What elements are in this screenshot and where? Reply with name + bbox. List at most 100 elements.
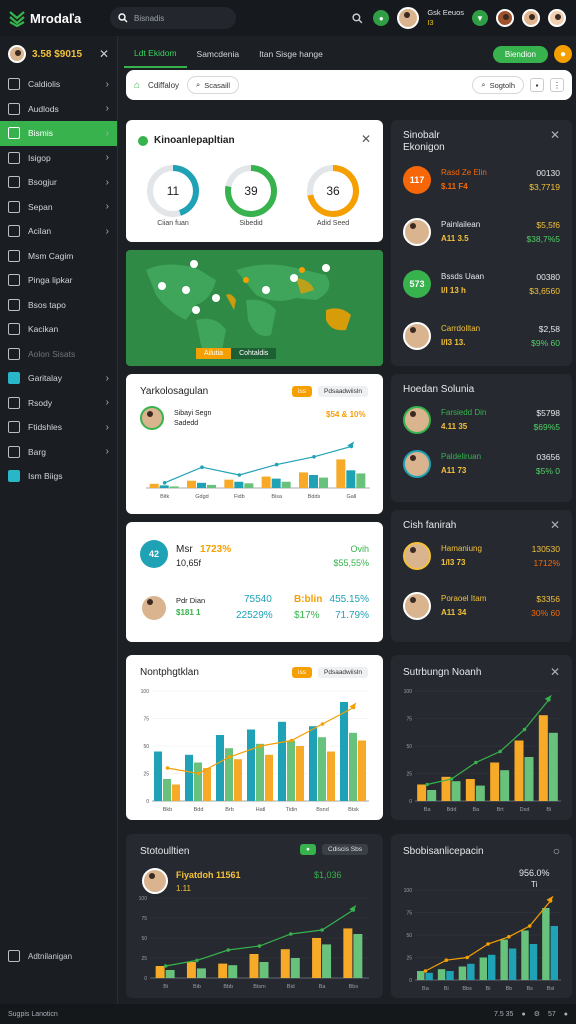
chart-bar[interactable] <box>467 963 475 980</box>
sidebar-item-16[interactable]: Ism Biigs <box>0 464 117 489</box>
user-icon[interactable]: ● <box>564 1011 568 1018</box>
chart-bar[interactable] <box>479 957 487 981</box>
sidebar-footer[interactable]: Adtnilanigan <box>8 950 72 962</box>
close-icon[interactable]: ✕ <box>361 132 371 146</box>
chart-bar[interactable] <box>154 751 162 802</box>
chart4-tag1-icon[interactable]: ● <box>300 844 316 855</box>
chart-bar[interactable] <box>465 779 475 801</box>
chart-bar[interactable] <box>244 483 254 488</box>
chart-bar[interactable] <box>312 938 322 978</box>
chart-bar[interactable] <box>287 740 295 802</box>
chart-bar[interactable] <box>336 459 346 488</box>
chart-bar[interactable] <box>185 754 193 801</box>
trend-point[interactable] <box>289 738 294 743</box>
chart2-tag1[interactable]: iss <box>292 667 312 678</box>
leaderboard-row[interactable]: 573 Bssds Uaan I/I 13 h 00380 $3,6560 <box>391 270 572 310</box>
chart-bar[interactable] <box>194 762 202 802</box>
chart-bar[interactable] <box>207 484 216 488</box>
contact-avatar-1[interactable] <box>496 9 514 27</box>
chart-bar[interactable] <box>319 477 328 488</box>
sidebar-item-12[interactable]: Garitalay › <box>0 366 117 391</box>
user-avatar[interactable] <box>397 7 420 29</box>
notification-icon[interactable]: ● <box>373 10 390 26</box>
chart1-tag2[interactable]: Pdsaadwiisln <box>318 386 368 397</box>
chart-bar[interactable] <box>187 480 196 488</box>
world-map[interactable]: Ailutia Cohtaldis <box>126 250 383 366</box>
sidebar-item-13[interactable]: Rsody › <box>0 391 117 416</box>
language-icon[interactable]: 57 <box>548 1011 556 1018</box>
sidebar-item-7[interactable]: Msm Cagim <box>0 244 117 269</box>
chart-bar[interactable] <box>508 948 517 981</box>
sidebar-item-15[interactable]: Barg › <box>0 440 117 465</box>
sidebar-item-4[interactable]: Bsogjur › <box>0 170 117 195</box>
trend-point[interactable] <box>465 955 469 960</box>
chart-bar[interactable] <box>261 476 271 488</box>
chart-bar[interactable] <box>163 779 171 801</box>
chart-bar[interactable] <box>490 762 500 802</box>
filter-search-pill[interactable]: ⌕ Scasaill <box>187 76 240 94</box>
chart-bar[interactable] <box>417 784 427 802</box>
chart-bar[interactable] <box>247 729 255 802</box>
close-icon[interactable]: ✕ <box>550 128 560 142</box>
chart-bar[interactable] <box>228 965 238 978</box>
search-icon[interactable] <box>349 10 365 26</box>
trend-point[interactable] <box>200 465 204 469</box>
chart-bar[interactable] <box>548 732 558 801</box>
sidebar-item-0[interactable]: Caldiolis › <box>0 72 117 97</box>
chart4-tag1[interactable]: Cdiscis Sbs <box>322 844 368 855</box>
sidebar-item-11[interactable]: Aolon Sisats <box>0 342 117 367</box>
trend-point[interactable] <box>425 782 429 787</box>
trend-point[interactable] <box>258 744 263 748</box>
chart-bar[interactable] <box>500 770 510 801</box>
trend-point[interactable] <box>196 771 201 776</box>
chart-bar[interactable] <box>290 958 300 978</box>
chart-bar[interactable] <box>488 954 496 980</box>
chart-bar[interactable] <box>218 963 228 978</box>
leaderboard-row[interactable]: 117 Rasd Ze Elin $.11 F4 00130 $3,7719 <box>391 166 572 206</box>
chart-bar[interactable] <box>259 962 269 978</box>
chart-bar[interactable] <box>475 785 485 801</box>
grid-icon[interactable]: ▪ <box>530 78 544 92</box>
close-icon[interactable]: ✕ <box>99 47 109 61</box>
chart-bar[interactable] <box>340 702 348 801</box>
solutions-row[interactable]: Paldeliruan A11 73 03656 $5% 0 <box>391 450 572 490</box>
tab-0[interactable]: Ldt Ekidom <box>124 40 187 68</box>
close-icon[interactable]: ○ <box>553 844 560 858</box>
chart-bar[interactable] <box>327 751 335 802</box>
chart-bar[interactable] <box>500 939 508 981</box>
trend-point[interactable] <box>423 969 428 973</box>
map-legend-a[interactable]: Ailutia <box>196 348 232 359</box>
chart-bar[interactable] <box>514 740 524 802</box>
filter-item-1[interactable]: Cdiffaloy <box>148 81 179 90</box>
trend-point[interactable] <box>288 932 293 936</box>
app-logo[interactable]: Mrodaľa <box>8 9 102 28</box>
chart-bar[interactable] <box>234 759 242 801</box>
chart-bar[interactable] <box>446 971 454 980</box>
trend-point[interactable] <box>312 455 316 459</box>
chart-bar[interactable] <box>165 970 175 978</box>
sidebar-item-6[interactable]: Acilan › <box>0 219 117 244</box>
trend-point[interactable] <box>237 473 242 477</box>
chart-bar[interactable] <box>309 475 318 488</box>
trend-point[interactable] <box>163 964 168 968</box>
sidebar-item-3[interactable]: Isigop › <box>0 146 117 171</box>
sidebar-item-10[interactable]: Kacikan <box>0 317 117 342</box>
trend-point[interactable] <box>165 766 170 770</box>
map-legend-b[interactable]: Cohtaldis <box>231 348 277 359</box>
chart-bar[interactable] <box>296 746 304 801</box>
chart-bar[interactable] <box>458 966 467 981</box>
trend-point[interactable] <box>162 481 167 485</box>
sidebar-item-9[interactable]: Bsos tapo <box>0 293 117 318</box>
chart-bar[interactable] <box>265 754 273 801</box>
chart-bar[interactable] <box>521 930 529 981</box>
leaderboard-row[interactable]: Carrdolltan I/I3 13. $2,58 $9% 60 <box>391 322 572 362</box>
trend-point[interactable] <box>320 928 324 932</box>
more-icon[interactable]: ⋮ <box>550 78 564 92</box>
trend-point[interactable] <box>257 944 262 948</box>
tab-1[interactable]: Samcdenia <box>187 40 250 68</box>
chart-bar[interactable] <box>356 473 366 488</box>
filter-icon[interactable]: ⌂ <box>134 80 140 91</box>
close-icon[interactable]: ✕ <box>550 518 560 532</box>
sidebar-item-14[interactable]: Ftidshles › <box>0 415 117 440</box>
chart2-tag2[interactable]: Pdsaadwiisln <box>318 667 368 678</box>
